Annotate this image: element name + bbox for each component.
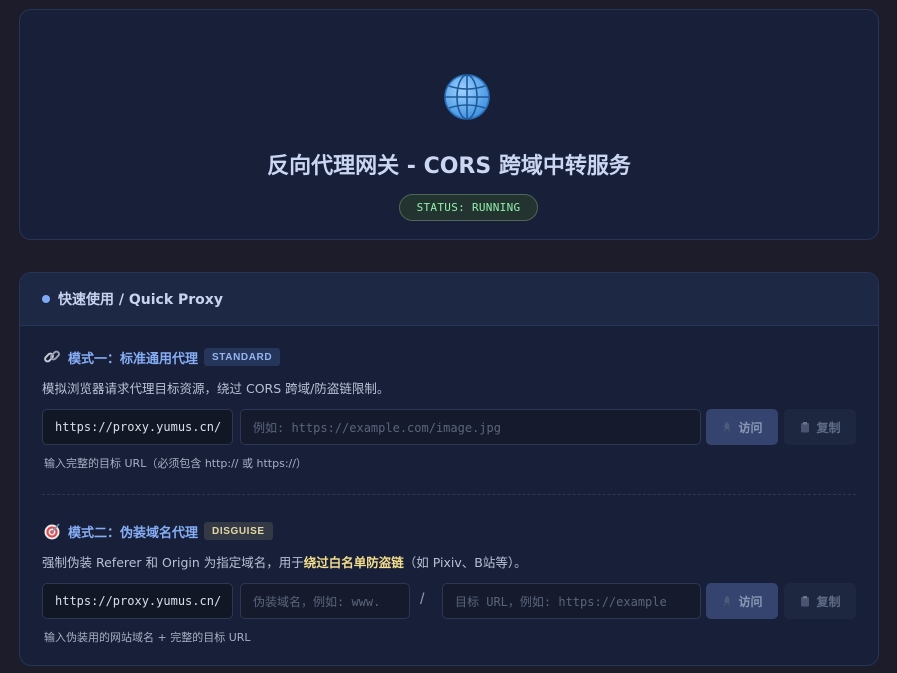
clipboard-icon [801, 422, 810, 433]
mode2-visit-label: 访问 [738, 594, 763, 609]
mode2-target-url-input[interactable]: 目标 URL，例如: https://example [442, 583, 701, 619]
rocket-icon [723, 596, 731, 606]
rocket-icon [723, 422, 731, 432]
bullet-dot-icon [42, 295, 50, 303]
mode1-copy-label: 复制 [816, 420, 841, 435]
mode2-description-end: （如 Pixiv、B站等）。 [403, 555, 527, 570]
card-title: 快速使用 / Quick Proxy [58, 292, 223, 308]
target-icon [42, 521, 62, 541]
mode2-description: 强制伪装 Referer 和 Origin 为指定域名，用于绕过白名单防盗链（如… [42, 552, 527, 571]
path-separator: / [420, 591, 425, 608]
mode2-heading: 模式二：伪装域名代理 DISGUISE [42, 521, 273, 541]
mode1-description: 模拟浏览器请求代理目标资源，绕过 CORS 跨域/防盗链限制。 [42, 381, 390, 396]
standard-badge: STANDARD [204, 348, 281, 366]
section-divider [42, 494, 856, 495]
mode2-description-start: 强制伪装 Referer 和 Origin 为指定域名，用于 [42, 555, 304, 570]
mode1-hint: 输入完整的目标 URL（必须包含 http:// 或 https://） [44, 457, 307, 470]
link-icon [42, 347, 62, 367]
mode2-url-prefix: https://proxy.yumus.cn/ [42, 583, 233, 619]
mode1-heading: 模式一：标准通用代理 STANDARD [42, 347, 281, 367]
mode2-visit-button[interactable]: 访问 [706, 583, 778, 619]
quick-proxy-card: 快速使用 / Quick Proxy 模式一：标准通用代理 STANDARD 模… [19, 272, 879, 666]
disguise-badge: DISGUISE [204, 522, 273, 540]
mode1-visit-label: 访问 [738, 420, 763, 435]
clipboard-icon [801, 596, 810, 607]
mode2-copy-label: 复制 [816, 594, 841, 609]
mode1-target-url-input[interactable]: 例如: https://example.com/image.jpg [240, 409, 701, 445]
mode2-title: 模式二：伪装域名代理 [68, 525, 199, 541]
mode2-description-highlight: 绕过白名单防盗链 [303, 555, 404, 570]
card-header: 快速使用 / Quick Proxy [20, 273, 878, 326]
mode1-title: 模式一：标准通用代理 [68, 351, 199, 367]
mode2-domain-input[interactable]: 伪装域名，例如: www. [240, 583, 410, 619]
mode1-visit-button[interactable]: 访问 [706, 409, 778, 445]
globe-icon [443, 73, 491, 121]
status-badge: STATUS: RUNNING [399, 194, 538, 221]
page-title: 反向代理网关 - CORS 跨域中转服务 [267, 154, 631, 179]
mode2-hint: 输入伪装用的网站域名 + 完整的目标 URL [44, 631, 251, 644]
mode2-copy-button[interactable]: 复制 [784, 583, 856, 619]
gateway-header: 反向代理网关 - CORS 跨域中转服务 STATUS: RUNNING [19, 9, 879, 240]
mode1-copy-button[interactable]: 复制 [784, 409, 856, 445]
mode1-url-prefix: https://proxy.yumus.cn/ [42, 409, 233, 445]
